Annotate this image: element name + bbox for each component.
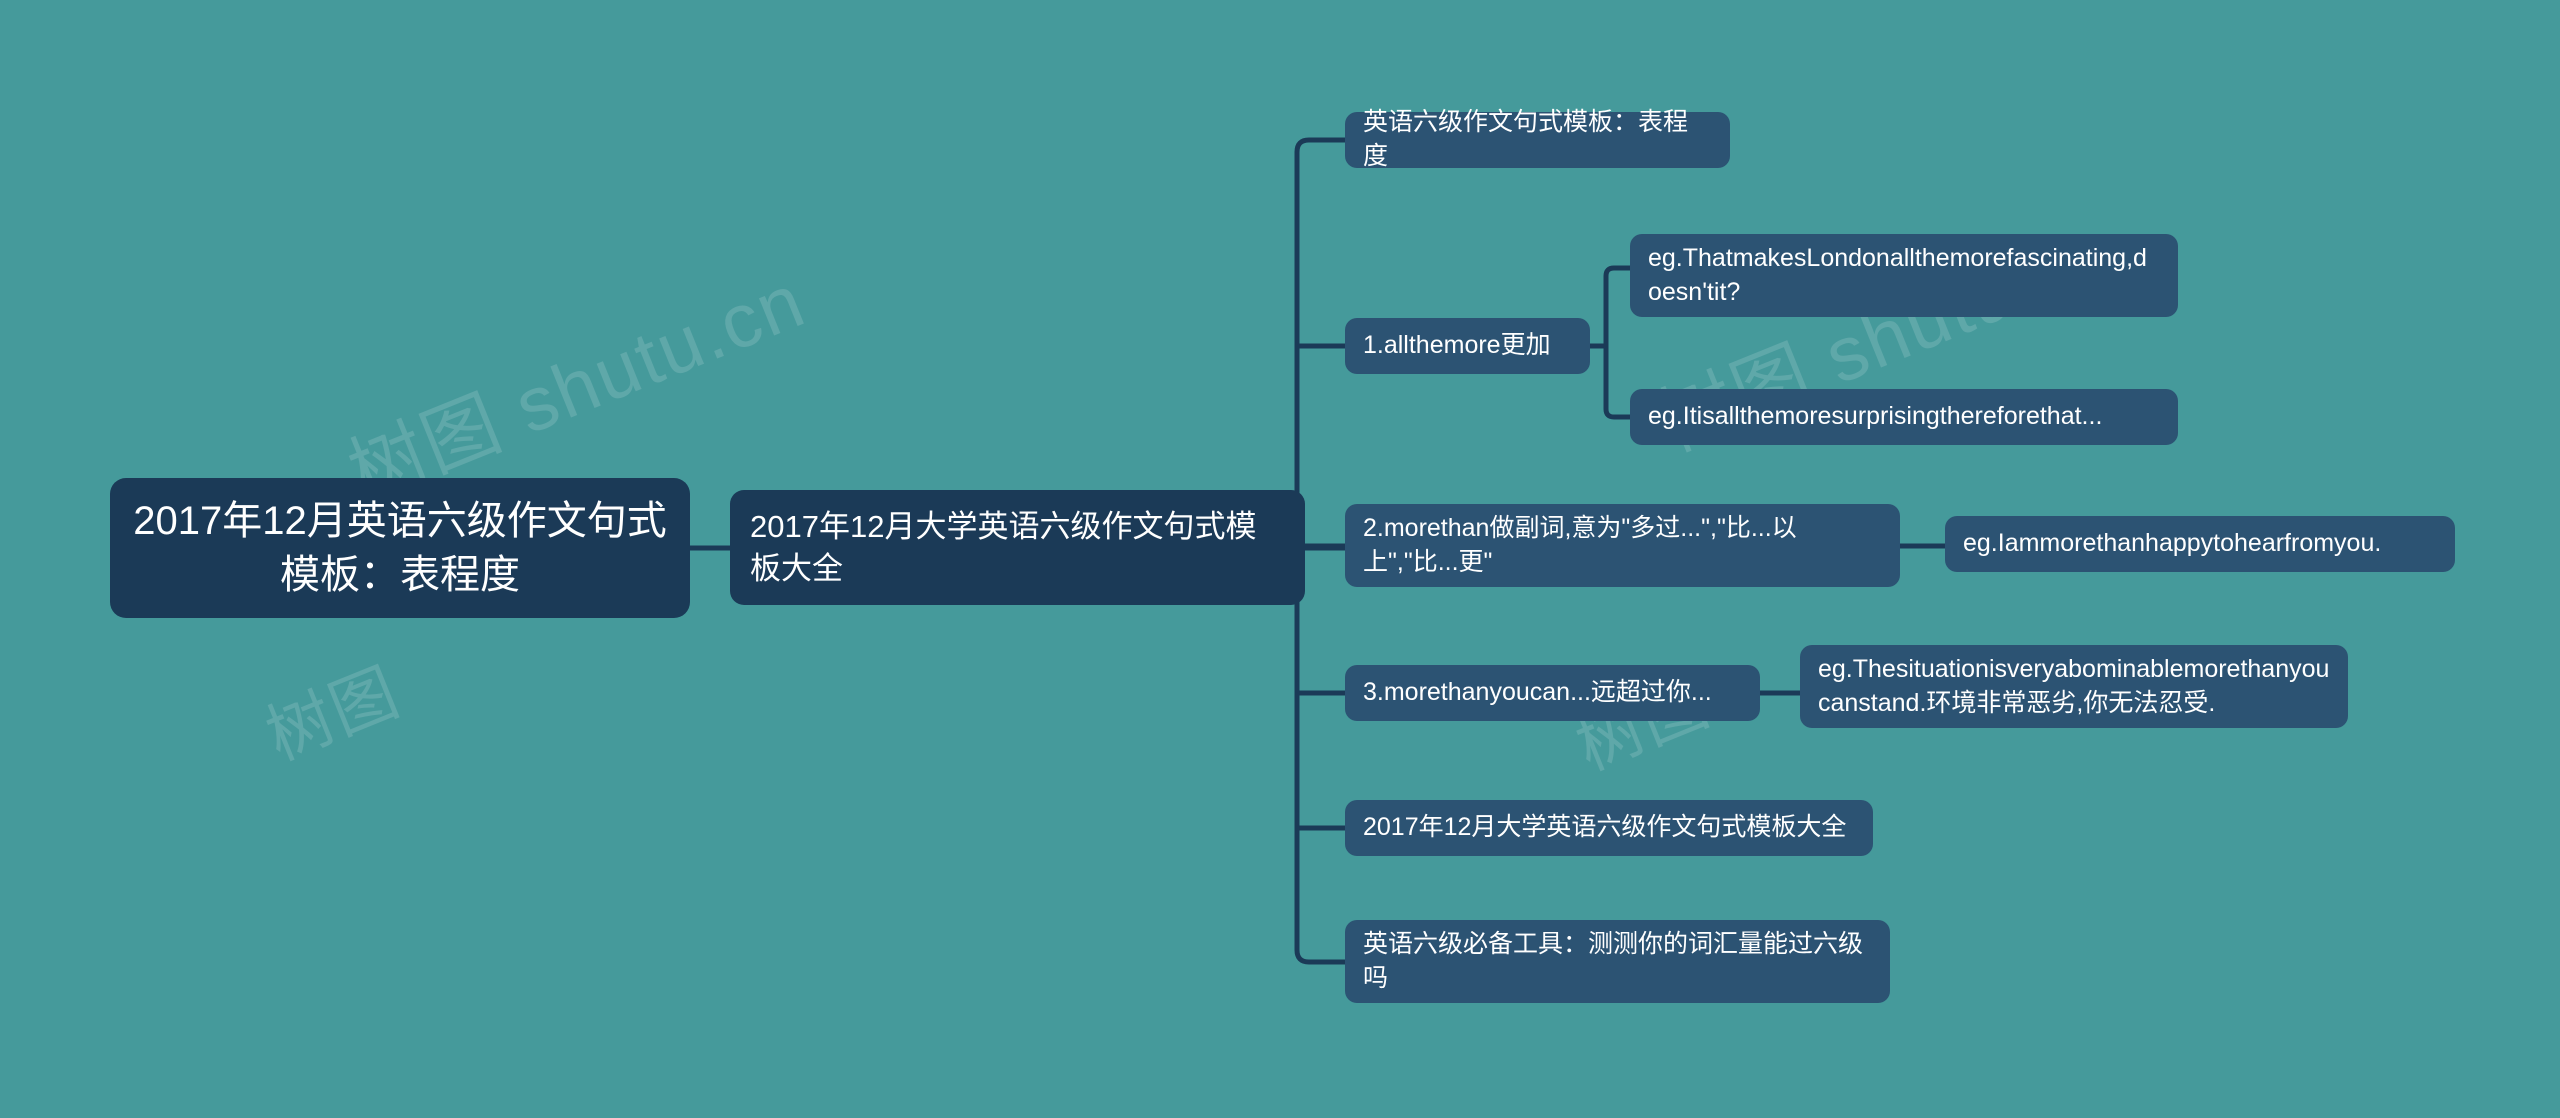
branch-node-3[interactable]: 2.morethan做副词,意为"多过...","比...以上","比...更" <box>1345 504 1900 587</box>
link-b2-c1 <box>1590 265 1630 349</box>
branch-node-5[interactable]: 2017年12月大学英语六级作文句式模板大全 <box>1345 800 1873 856</box>
branch-node-1[interactable]: 英语六级作文句式模板：表程度 <box>1345 108 1730 170</box>
leaf-node-example[interactable]: eg.Thesituationisveryabominablemorethany… <box>1800 645 2348 728</box>
branch-node-4[interactable]: 3.morethanyoucan...远超过你... <box>1345 665 1760 721</box>
root-node[interactable]: 2017年12月英语六级作文句式模板：表程度 <box>110 478 690 618</box>
branch-node-2[interactable]: 1.allthemore更加 <box>1345 318 1590 374</box>
leaf-node-example[interactable]: eg.ThatmakesLondonallthemorefascinating,… <box>1630 234 2178 317</box>
leaf-node-example[interactable]: eg.Itisallthemoresurprisingthereforethat… <box>1630 389 2178 445</box>
level2-node[interactable]: 2017年12月大学英语六级作文句式模板大全 <box>730 490 1305 605</box>
watermark: 树图 <box>255 653 410 774</box>
link-b2-c2 <box>1590 343 1630 420</box>
leaf-node-example[interactable]: eg.Iammorethanhappytohearfromyou. <box>1945 516 2455 572</box>
branch-node-6[interactable]: 英语六级必备工具：测测你的词汇量能过六级吗 <box>1345 920 1890 1003</box>
mindmap-canvas: 树图 shutu.cn 树图 shutu.cn 树图 树图 2017年12月英语… <box>0 0 2560 1118</box>
